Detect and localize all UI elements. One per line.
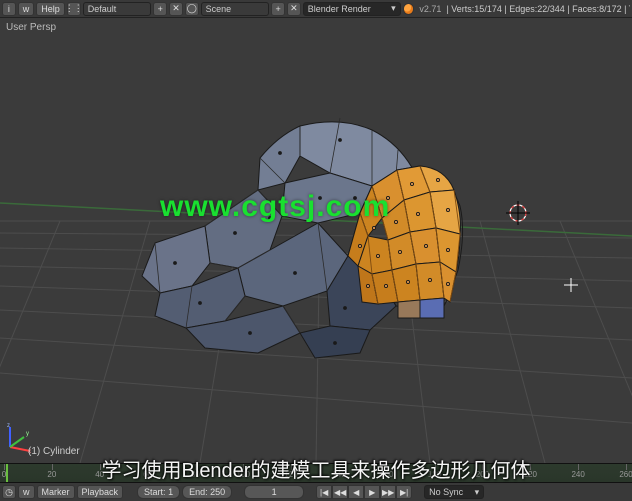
jump-start-button[interactable]: |◀ (316, 485, 332, 499)
sync-mode-dropdown[interactable]: No Sync ▾ (424, 485, 484, 499)
end-frame-field[interactable]: End: 250 (182, 485, 232, 499)
editor-type-icon[interactable]: i (2, 2, 16, 16)
stats-faces: Faces:8/172 (572, 4, 622, 14)
stats-edges: Edges:22/344 (509, 4, 565, 14)
scene-canvas (0, 18, 632, 463)
viewport-3d[interactable]: User Persp (0, 18, 632, 463)
sync-label: No Sync (429, 487, 463, 497)
timeline-toolbar: ◷ w Marker Playback Start: 1 End: 250 1 … (0, 483, 632, 501)
render-engine-label: Blender Render (308, 4, 371, 14)
menu-view[interactable]: w (18, 2, 35, 16)
end-label: End: (189, 487, 208, 497)
menu-marker[interactable]: Marker (37, 485, 75, 499)
transport-controls: |◀ ◀◀ ◀ ▶ ▶▶ ▶| (316, 485, 412, 499)
stats-text: | Verts:15/174 | Edges:22/344 | Faces:8/… (446, 4, 630, 14)
menu-playback[interactable]: Playback (77, 485, 124, 499)
watermark-text: www.cgtsj.com (160, 190, 390, 224)
scene-browse-icon[interactable]: ◯ (185, 2, 199, 16)
chevron-down-icon: ▾ (475, 487, 480, 498)
current-frame-field[interactable]: 1 (244, 485, 304, 499)
next-keyframe-button[interactable]: ▶▶ (380, 485, 396, 499)
chevron-down-icon: ▾ (391, 3, 396, 14)
menu-toggle[interactable]: w (18, 485, 35, 499)
start-label: Start: (144, 487, 166, 497)
jump-end-button[interactable]: ▶| (396, 485, 412, 499)
play-reverse-button[interactable]: ◀ (348, 485, 364, 499)
blender-logo-icon (403, 3, 415, 15)
prev-keyframe-button[interactable]: ◀◀ (332, 485, 348, 499)
render-engine-dropdown[interactable]: Blender Render ▾ (303, 2, 401, 16)
header-bar: i w Help ⋮⋮ Default + ✕ ◯ Scene + ✕ Blen… (0, 0, 632, 18)
current-frame-value: 1 (272, 487, 277, 497)
timeline-editor-icon[interactable]: ◷ (2, 485, 16, 499)
scene-name-field[interactable]: Scene (201, 2, 270, 16)
stats-verts: Verts:15/174 (451, 4, 502, 14)
scene-add-button[interactable]: + (271, 2, 285, 16)
menu-help[interactable]: Help (36, 2, 65, 16)
layout-browse-icon[interactable]: ⋮⋮ (67, 2, 81, 16)
subtitle-text: 学习使用Blender的建模工具来操作多边形几何体 (0, 454, 632, 483)
layout-name-field[interactable]: Default (83, 2, 152, 16)
layout-remove-button[interactable]: ✕ (169, 2, 183, 16)
start-value: 1 (168, 487, 173, 497)
layout-add-button[interactable]: + (153, 2, 167, 16)
end-value: 250 (210, 487, 225, 497)
start-frame-field[interactable]: Start: 1 (137, 485, 180, 499)
scene-remove-button[interactable]: ✕ (287, 2, 301, 16)
play-button[interactable]: ▶ (364, 485, 380, 499)
version-label: v2.71 (416, 4, 444, 14)
